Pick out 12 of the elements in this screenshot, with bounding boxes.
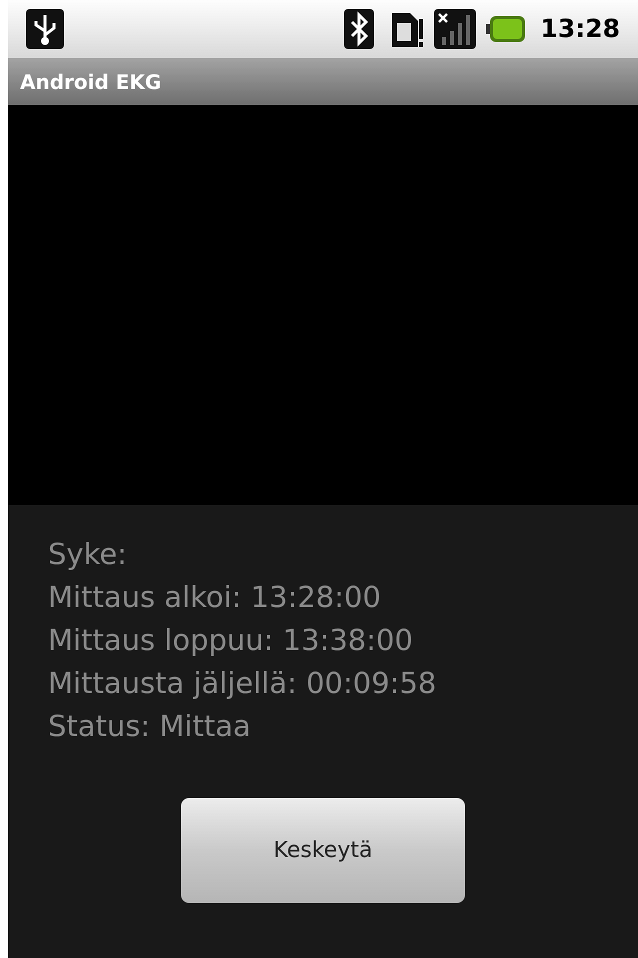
info-text: Mittaus alkoi: 13:28:00: [48, 579, 381, 616]
bluetooth-icon: [344, 9, 374, 49]
signal-icon: [434, 9, 476, 49]
info-text: Mittausta jäljellä: 00:09:58: [48, 665, 436, 702]
battery-icon: [486, 15, 526, 43]
info-text: Status: Mittaa: [48, 708, 251, 745]
clock: 13:28: [540, 13, 620, 46]
stop-button[interactable]: Keskeytä: [181, 798, 465, 903]
info-text: Syke:: [48, 536, 127, 573]
app-title: Android EKG: [20, 68, 162, 96]
usb-icon: [26, 9, 64, 49]
info-text: Mittaus loppuu: 13:38:00: [48, 622, 413, 659]
